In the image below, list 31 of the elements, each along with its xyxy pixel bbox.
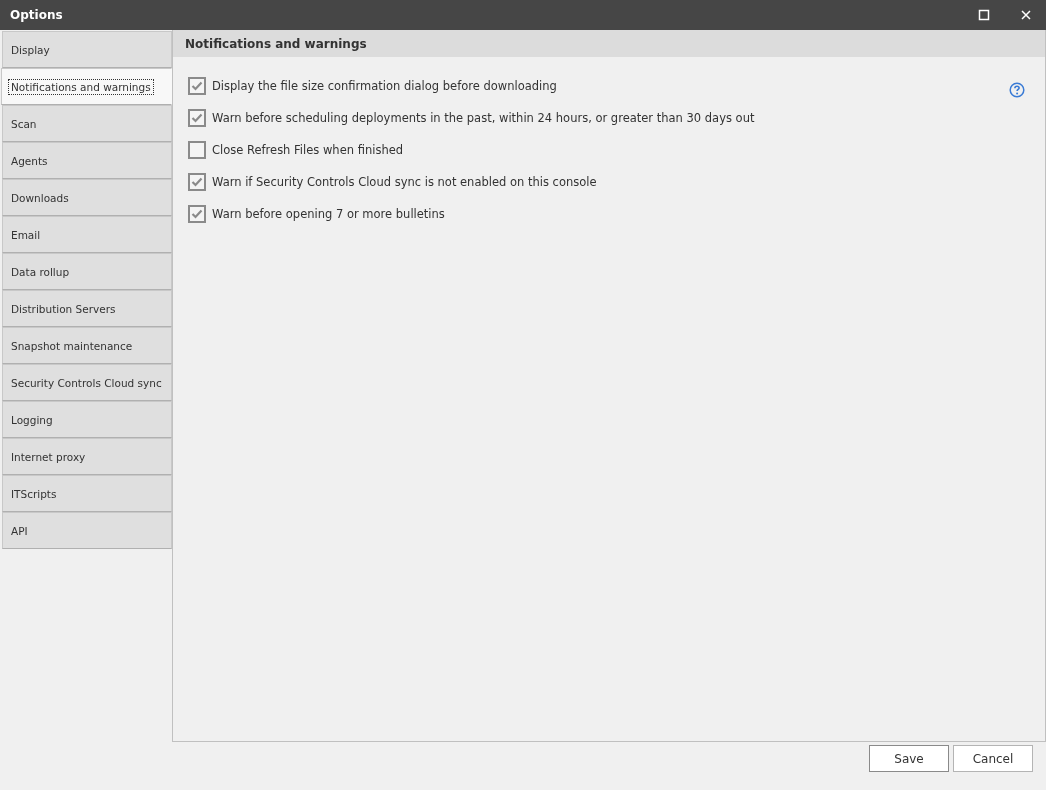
checkbox[interactable]	[188, 77, 206, 95]
sidebar-tab[interactable]: Email	[2, 216, 172, 253]
maximize-icon[interactable]	[978, 9, 990, 21]
close-icon[interactable]	[1020, 9, 1032, 21]
sidebar-tab[interactable]: API	[2, 512, 172, 549]
checkbox[interactable]	[188, 109, 206, 127]
option-label: Warn before scheduling deployments in the past, within 24 hours, or greater than 30 days out	[212, 111, 755, 125]
sidebar-tab[interactable]: Snapshot maintenance	[2, 327, 172, 364]
sidebar-tab[interactable]: Security Controls Cloud sync	[2, 364, 172, 401]
help-icon[interactable]	[1009, 82, 1025, 98]
sidebar-tab[interactable]: Logging	[2, 401, 172, 438]
sidebar-tab[interactable]: Downloads	[2, 179, 172, 216]
sidebar-tab[interactable]: Distribution Servers	[2, 290, 172, 327]
option-label: Warn if Security Controls Cloud sync is not enabled on this console	[212, 175, 597, 189]
sidebar-tab[interactable]: Notifications and warnings	[1, 68, 172, 105]
checkbox[interactable]	[188, 141, 206, 159]
sidebar-tab[interactable]: Internet proxy	[2, 438, 172, 475]
checkbox[interactable]	[188, 205, 206, 223]
option-label: Close Refresh Files when finished	[212, 143, 404, 157]
sidebar-tab[interactable]: Display	[2, 31, 172, 68]
checkbox[interactable]	[188, 173, 206, 191]
sidebar-tab[interactable]: Agents	[2, 142, 172, 179]
window-title: Options	[10, 8, 63, 22]
option-label: Display the file size confirmation dialog before downloading	[212, 79, 557, 93]
cancel-button[interactable]: Cancel	[953, 745, 1033, 772]
save-button[interactable]: Save	[869, 745, 949, 772]
panel-title: Notifications and warnings	[185, 36, 367, 51]
sidebar-tab[interactable]: Data rollup	[2, 253, 172, 290]
option-label: Warn before opening 7 or more bulletins	[212, 207, 445, 221]
sidebar-tab[interactable]: Scan	[2, 105, 172, 142]
sidebar-tab[interactable]: ITScripts	[2, 475, 172, 512]
